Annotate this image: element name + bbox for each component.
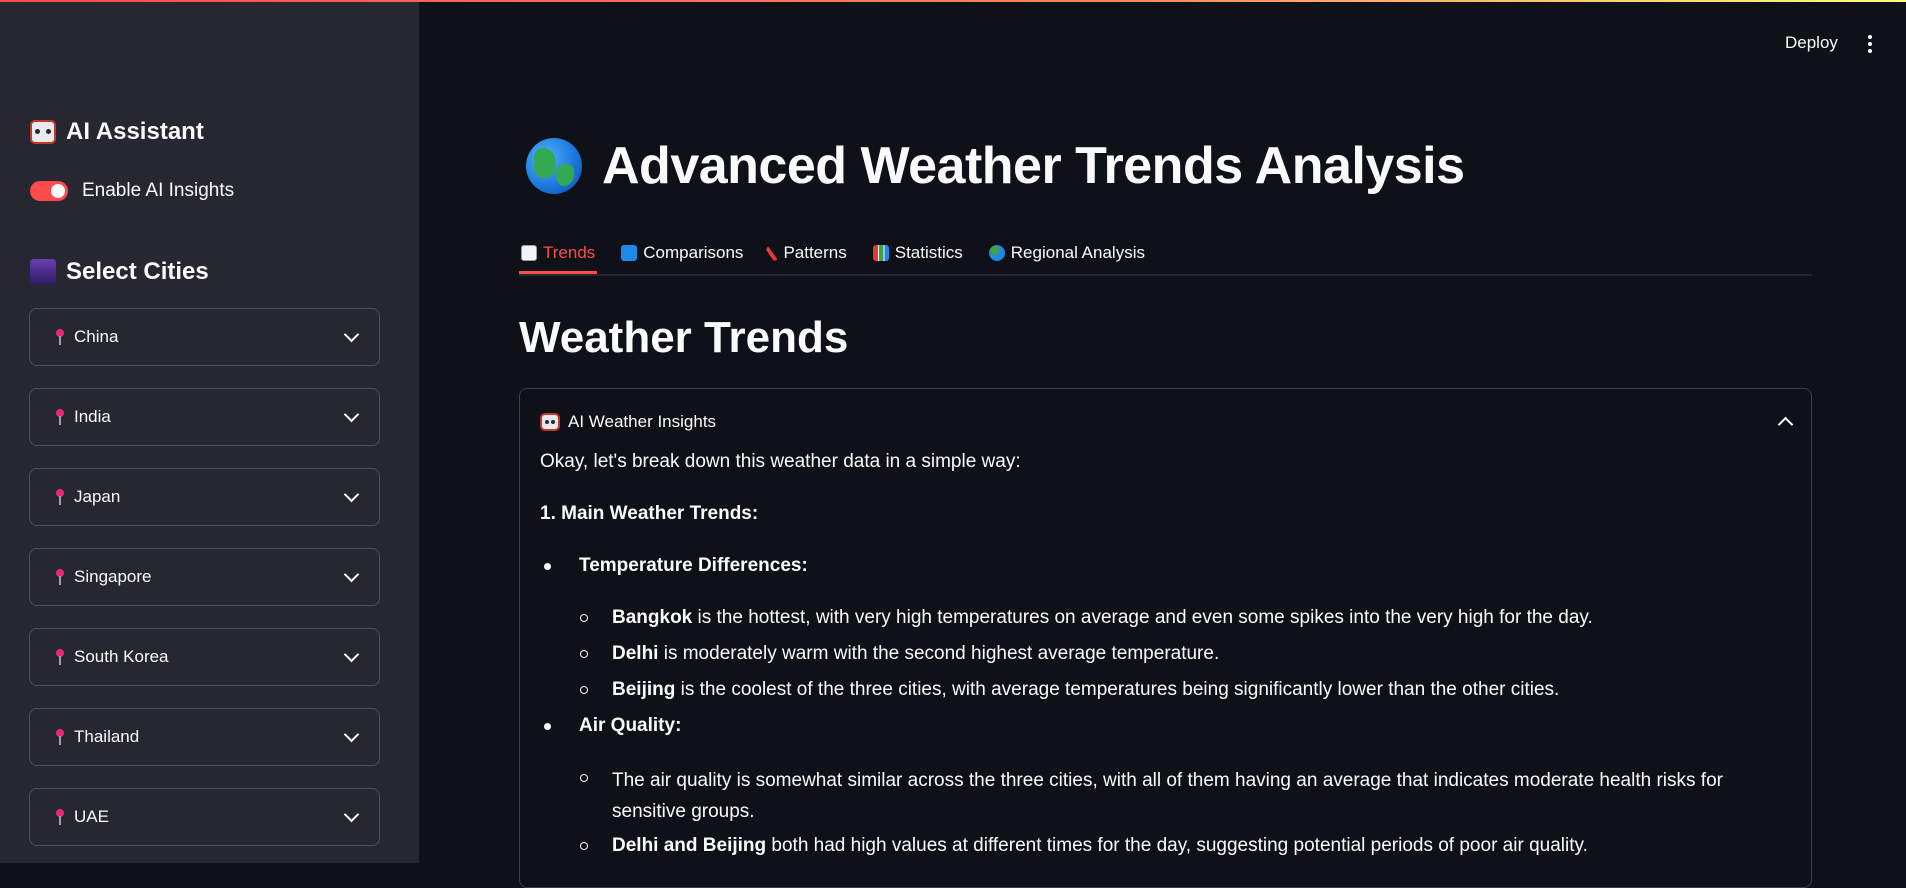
tab-label: Statistics bbox=[894, 243, 963, 262]
country-expander-japan[interactable]: Japan bbox=[29, 468, 380, 526]
expander-title: AI Weather Insights bbox=[568, 412, 717, 431]
list-item: Beijing is the coolest of the three citi… bbox=[540, 677, 1790, 703]
city-name: Bangkok bbox=[612, 607, 693, 628]
country-expander-india[interactable]: India bbox=[29, 388, 380, 446]
toggle-label: Enable AI Insights bbox=[82, 180, 235, 201]
toggle-switch[interactable] bbox=[30, 181, 68, 201]
tab-label: Patterns bbox=[783, 243, 847, 262]
expander-header[interactable]: AI Weather Insights bbox=[540, 407, 1794, 437]
country-label: China bbox=[74, 327, 119, 346]
temperature-heading: Temperature Differences: bbox=[579, 555, 808, 576]
thermometer-icon bbox=[765, 244, 782, 262]
list-item: Delhi is moderately warm with the second… bbox=[540, 641, 1790, 667]
robot-icon bbox=[30, 120, 56, 144]
select-cities-title: Select Cities bbox=[66, 258, 209, 285]
chevron-down-icon bbox=[343, 806, 360, 823]
chevron-down-icon bbox=[343, 406, 360, 423]
tab-statistics[interactable]: Statistics bbox=[871, 234, 965, 272]
city-name: Delhi bbox=[612, 643, 659, 664]
tab-trends[interactable]: Trends bbox=[519, 234, 598, 274]
country-expander-thailand[interactable]: Thailand bbox=[29, 708, 380, 766]
list-item: Delhi and Beijing both had high values a… bbox=[540, 833, 1790, 859]
country-label: UAE bbox=[74, 807, 109, 826]
select-cities-heading: Select Cities bbox=[30, 258, 209, 286]
ai-insights-toggle[interactable]: Enable AI Insights bbox=[30, 180, 234, 202]
tab-patterns[interactable]: Patterns bbox=[765, 234, 848, 272]
country-label: India bbox=[74, 407, 111, 426]
bullet-icon bbox=[580, 774, 588, 782]
country-label: Japan bbox=[74, 487, 121, 506]
pin-icon bbox=[54, 649, 66, 665]
page-title: Advanced Weather Trends Analysis bbox=[526, 136, 1465, 196]
list-item: Bangkok is the hottest, with very high t… bbox=[540, 605, 1790, 631]
country-expander-singapore[interactable]: Singapore bbox=[29, 548, 380, 606]
chart-increasing-icon bbox=[521, 244, 537, 261]
tab-label: Trends bbox=[543, 242, 596, 262]
country-label: Thailand bbox=[74, 727, 140, 746]
tab-label: Regional Analysis bbox=[1010, 243, 1145, 262]
insight-text: both had high values at different times … bbox=[766, 835, 1588, 856]
globe-icon bbox=[526, 138, 582, 194]
list-item: Temperature Differences: bbox=[540, 553, 808, 579]
insight-text: is the hottest, with very high temperatu… bbox=[692, 607, 1593, 628]
main-menu-icon[interactable] bbox=[1868, 35, 1872, 53]
country-expander-south-korea[interactable]: South Korea bbox=[29, 628, 380, 686]
intro-text: Okay, let's break down this weather data… bbox=[540, 451, 1021, 472]
pin-icon bbox=[54, 729, 66, 745]
cityscape-icon bbox=[30, 259, 56, 285]
pin-icon bbox=[54, 569, 66, 585]
country-label: Singapore bbox=[74, 567, 152, 586]
globe-icon bbox=[988, 245, 1005, 261]
tab-label: Comparisons bbox=[643, 243, 744, 262]
tab-comparisons[interactable]: Comparisons bbox=[619, 234, 745, 272]
country-expander-uae[interactable]: UAE bbox=[29, 788, 380, 846]
chevron-up-icon[interactable] bbox=[1777, 416, 1794, 433]
pin-icon bbox=[54, 489, 66, 505]
country-label: South Korea bbox=[74, 647, 169, 666]
city-name: Beijing bbox=[612, 679, 676, 700]
bullet-icon bbox=[544, 723, 551, 730]
main-trends-heading: 1. Main Weather Trends: bbox=[540, 503, 759, 524]
toggle-knob bbox=[51, 184, 65, 198]
bullet-icon bbox=[580, 842, 588, 850]
list-item: Air Quality: bbox=[540, 713, 681, 739]
insight-text: The air quality is somewhat similar acro… bbox=[612, 770, 1723, 823]
top-decoration-bar bbox=[0, 0, 1906, 2]
ai-assistant-heading: AI Assistant bbox=[30, 118, 204, 146]
country-expander-china[interactable]: China bbox=[29, 308, 380, 366]
pin-icon bbox=[54, 409, 66, 425]
insight-text: is moderately warm with the second highe… bbox=[658, 643, 1220, 664]
tab-regional-analysis[interactable]: Regional Analysis bbox=[987, 234, 1147, 272]
bullet-icon bbox=[580, 686, 588, 694]
insight-text: is the coolest of the three cities, with… bbox=[675, 679, 1560, 700]
chevron-down-icon bbox=[343, 646, 360, 663]
city-name: Delhi and Beijing bbox=[612, 835, 767, 856]
chevron-down-icon bbox=[343, 726, 360, 743]
chevron-down-icon bbox=[343, 486, 360, 503]
air-quality-heading: Air Quality: bbox=[579, 715, 682, 736]
ai-insights-expander: AI Weather Insights Okay, let's break do… bbox=[519, 388, 1812, 888]
chevron-down-icon bbox=[343, 326, 360, 343]
tab-bar: Trends Comparisons Patterns Statistics R… bbox=[519, 234, 1812, 276]
bullet-icon bbox=[580, 614, 588, 622]
bar-chart-icon bbox=[872, 245, 889, 261]
section-title: Weather Trends bbox=[519, 313, 849, 362]
chevron-down-icon bbox=[343, 566, 360, 583]
page-title-text: Advanced Weather Trends Analysis bbox=[602, 137, 1465, 195]
deploy-button[interactable]: Deploy bbox=[1785, 33, 1838, 53]
pin-icon bbox=[54, 809, 66, 825]
arrows-cycle-icon bbox=[621, 245, 638, 261]
bullet-icon bbox=[580, 650, 588, 658]
list-item: The air quality is somewhat similar acro… bbox=[540, 765, 1790, 828]
pin-icon bbox=[54, 329, 66, 345]
bullet-icon bbox=[544, 563, 551, 570]
robot-icon bbox=[540, 413, 560, 431]
ai-assistant-title: AI Assistant bbox=[66, 118, 204, 145]
sidebar: AI Assistant Enable AI Insights Select C… bbox=[0, 0, 419, 863]
